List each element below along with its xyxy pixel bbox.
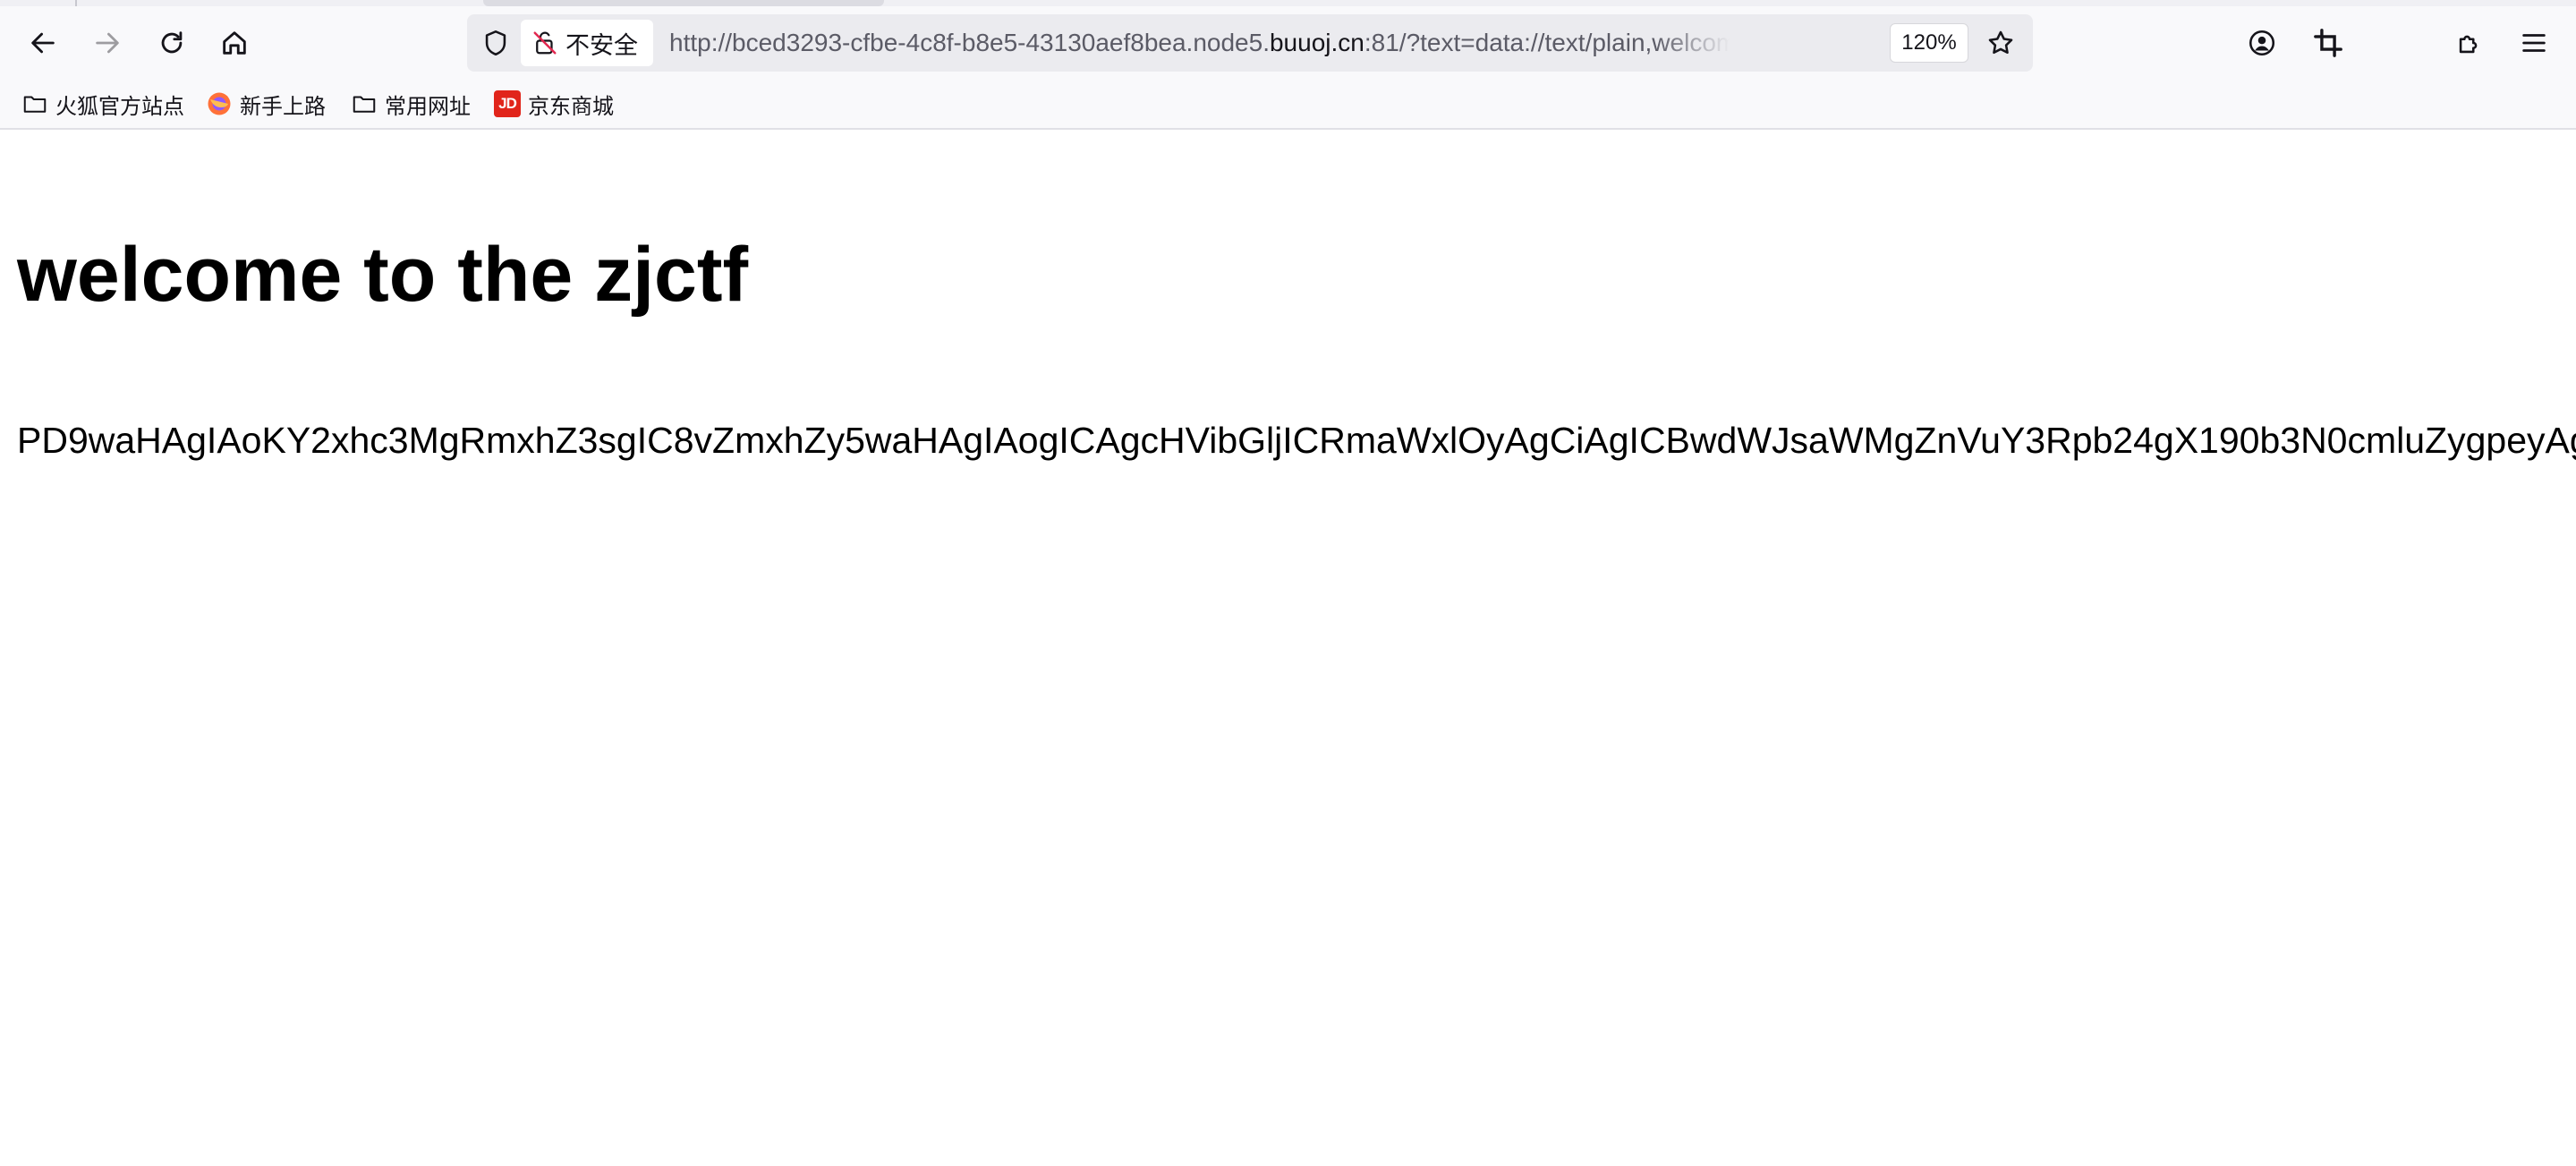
- page-heading: welcome to the zjctf: [17, 232, 749, 318]
- bookmark-label: 新手上路: [240, 93, 326, 119]
- bookmark-label: 常用网址: [385, 93, 471, 119]
- back-button[interactable]: [16, 16, 70, 70]
- home-button[interactable]: [208, 16, 261, 70]
- tab-separator: [75, 0, 77, 6]
- screenshot-button[interactable]: [2301, 16, 2355, 70]
- tab-strip: [0, 0, 2576, 6]
- bookmark-label: 火狐官方站点: [55, 93, 184, 119]
- insecure-lock-icon: [533, 31, 557, 55]
- security-label: 不安全: [565, 31, 638, 60]
- star-icon: [1988, 30, 2013, 55]
- url-suffix: :81/?text=data://text/plain,welcome to t…: [1364, 29, 1730, 56]
- puzzle-icon: [2459, 35, 2478, 54]
- home-icon: [223, 31, 246, 55]
- browser-toolbar: 不安全 http://bced3293-cfbe-4c8f-b8e5-43130…: [0, 0, 2576, 130]
- bookmark-label: 京东商城: [528, 93, 614, 119]
- bookmark-item[interactable]: JD 京东商城: [494, 86, 614, 122]
- arrow-left-icon: [31, 32, 55, 54]
- zoom-reset-button[interactable]: 120%: [1890, 23, 1968, 63]
- tracking-protection-button[interactable]: [476, 23, 515, 63]
- account-icon: [2249, 30, 2275, 56]
- bookmark-star-button[interactable]: [1979, 21, 2022, 64]
- folder-icon: [21, 90, 48, 117]
- reload-icon: [161, 31, 183, 54]
- arrow-right-icon: [96, 32, 119, 54]
- active-tab-edge[interactable]: [483, 0, 884, 6]
- page-viewport: welcome to the zjctf PD9waHAgIAoKY2xhc3M…: [0, 132, 2576, 1166]
- forward-button[interactable]: [81, 16, 134, 70]
- address-bar[interactable]: 不安全 http://bced3293-cfbe-4c8f-b8e5-43130…: [467, 14, 2033, 72]
- reload-button[interactable]: [145, 16, 199, 70]
- folder-icon: [351, 90, 378, 117]
- shield-icon: [485, 30, 506, 56]
- hamburger-menu-icon: [2522, 34, 2546, 52]
- site-security-button[interactable]: 不安全: [521, 20, 653, 66]
- url-host: buuoj.cn: [1269, 29, 1365, 56]
- account-button[interactable]: [2235, 16, 2289, 70]
- bookmark-item[interactable]: 新手上路: [206, 86, 326, 122]
- base64-output-text: PD9waHAgIAoKY2xhc3MgRmxhZ3sgIC8vZmxhZy5w…: [17, 420, 2576, 461]
- url-text[interactable]: http://bced3293-cfbe-4c8f-b8e5-43130aef8…: [669, 14, 1730, 72]
- extensions-button[interactable]: [2443, 16, 2496, 70]
- menu-button[interactable]: [2507, 16, 2561, 70]
- url-prefix: http://bced3293-cfbe-4c8f-b8e5-43130aef8…: [669, 29, 1270, 56]
- bookmarks-toolbar: 火狐官方站点 新手上路 常用网址 JD 京东商城: [0, 82, 2576, 125]
- jd-logo: JD: [494, 90, 521, 117]
- bookmark-item[interactable]: 常用网址: [351, 86, 471, 122]
- firefox-icon: [206, 90, 233, 117]
- crop-icon: [2314, 29, 2342, 57]
- bookmark-item[interactable]: 火狐官方站点: [21, 86, 184, 122]
